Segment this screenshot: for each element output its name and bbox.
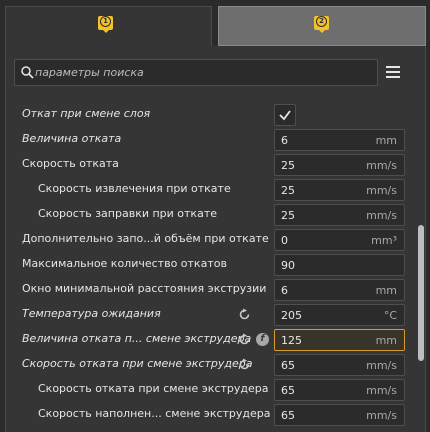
- setting-label: Температура ожидания: [22, 307, 161, 320]
- setting-unit: °C: [383, 309, 397, 322]
- setting-unit: mm/s: [366, 159, 397, 172]
- setting-unit: mm³: [371, 234, 397, 247]
- setting-row: Скорость наполнен... смене экструдера 65 m…: [6, 403, 406, 428]
- setting-row: Скорость заправки при откате 25 mm/s: [6, 203, 406, 228]
- setting-label: Максимальное количество откатов: [22, 257, 227, 270]
- setting-value-field[interactable]: 6 mm: [274, 129, 405, 151]
- reset-icon[interactable]: [238, 308, 251, 321]
- search-icon: [21, 66, 34, 79]
- setting-row: Окно минимальной расстояния экструзии 6 mm: [6, 278, 406, 303]
- setting-value-field[interactable]: 6 mm: [274, 279, 405, 301]
- setting-row: Величина отката п... смене экструдера 125…: [6, 328, 406, 353]
- tab-bar: 1 2: [0, 0, 430, 46]
- setting-row: Скорость отката при смене экструдера 65 mm…: [6, 378, 406, 403]
- scrollbar-thumb[interactable]: [418, 225, 424, 361]
- setting-label: Величина отката: [22, 132, 122, 145]
- search-box[interactable]: [14, 59, 378, 86]
- setting-value-field[interactable]: 65 mm/s: [274, 379, 405, 401]
- setting-unit: mm/s: [366, 184, 397, 197]
- setting-row: Откат при смене слоя: [6, 103, 406, 128]
- scrollbar[interactable]: [417, 101, 425, 432]
- setting-unit: mm/s: [366, 384, 397, 397]
- setting-unit: mm/s: [366, 209, 397, 222]
- setting-value: 0: [281, 234, 288, 247]
- setting-unit: mm/s: [366, 409, 397, 422]
- checkmark-icon: [279, 110, 291, 121]
- setting-label: Скорость отката при смене экструдера: [38, 382, 269, 395]
- setting-value: 65: [281, 409, 295, 422]
- setting-value-field[interactable]: 25 mm/s: [274, 154, 405, 176]
- setting-row: Скорость отката 25 mm/s: [6, 153, 406, 178]
- tab-extruder-2[interactable]: 2: [218, 6, 426, 46]
- setting-value: 90: [281, 259, 295, 272]
- setting-unit: mm: [375, 284, 397, 297]
- setting-value: 205: [281, 309, 302, 322]
- extruder-2-badge: 2: [314, 16, 329, 33]
- tab-extruder-1[interactable]: 1: [5, 6, 212, 46]
- settings-list: Откат при смене слоя Величина отката 6 mm Ск…: [6, 101, 427, 432]
- search-input[interactable]: [35, 63, 365, 82]
- setting-label: Окно минимальной расстояния экструзии: [22, 282, 267, 295]
- setting-label: Скорость заправки при откате: [38, 207, 217, 220]
- setting-label: Откат при смене слоя: [22, 107, 151, 120]
- setting-value: 25: [281, 209, 295, 222]
- setting-value-field[interactable]: 125 mm: [274, 329, 405, 351]
- setting-value-field[interactable]: 65 mm/s: [274, 404, 405, 426]
- extruder-1-badge: 1: [98, 16, 113, 33]
- setting-unit: mm: [375, 134, 397, 147]
- settings-panel: Откат при смене слоя Величина отката 6 mm Ск…: [5, 46, 426, 432]
- setting-value: 6: [281, 284, 288, 297]
- setting-value-field[interactable]: 65 mm/s: [274, 354, 405, 376]
- setting-label: Скорость отката: [22, 157, 119, 170]
- setting-label: Скорость извлечения при откате: [38, 182, 231, 195]
- setting-row: Величина отката 6 mm: [6, 128, 406, 153]
- setting-value-field[interactable]: 25 mm/s: [274, 179, 405, 201]
- setting-label: Скорость наполнен... смене экструдера: [38, 407, 271, 420]
- setting-label: Дополнительно запо...й объём при откате: [22, 232, 269, 245]
- setting-unit: mm: [375, 334, 397, 347]
- function-icon[interactable]: f: [256, 333, 269, 346]
- setting-value: 25: [281, 184, 295, 197]
- setting-label: Скорость отката при смене экструдера: [22, 357, 253, 370]
- setting-checkbox[interactable]: [274, 104, 296, 126]
- setting-value-field[interactable]: 90: [274, 254, 405, 276]
- setting-row: Дополнительно запо...й объём при откате 0…: [6, 228, 406, 253]
- settings-menu-icon[interactable]: [386, 66, 400, 78]
- setting-row: Температура ожидания 205 °C: [6, 303, 406, 328]
- setting-unit: mm/s: [366, 359, 397, 372]
- setting-value-field[interactable]: 25 mm/s: [274, 204, 405, 226]
- setting-value: 65: [281, 384, 295, 397]
- setting-row: Скорость отката при смене экструдера 65 mm…: [6, 353, 406, 378]
- reset-icon[interactable]: [238, 333, 251, 346]
- setting-value-field[interactable]: 0 mm³: [274, 229, 405, 251]
- setting-value: 25: [281, 159, 295, 172]
- setting-value: 6: [281, 134, 288, 147]
- setting-value-field[interactable]: 205 °C: [274, 304, 405, 326]
- setting-row: Максимальное количество откатов 90: [6, 253, 406, 278]
- setting-value: 125: [281, 334, 302, 347]
- reset-icon[interactable]: [238, 358, 251, 371]
- setting-label: Величина отката п... смене экструдера: [22, 332, 252, 345]
- setting-value: 65: [281, 359, 295, 372]
- setting-row: Скорость извлечения при откате 25 mm/s: [6, 178, 406, 203]
